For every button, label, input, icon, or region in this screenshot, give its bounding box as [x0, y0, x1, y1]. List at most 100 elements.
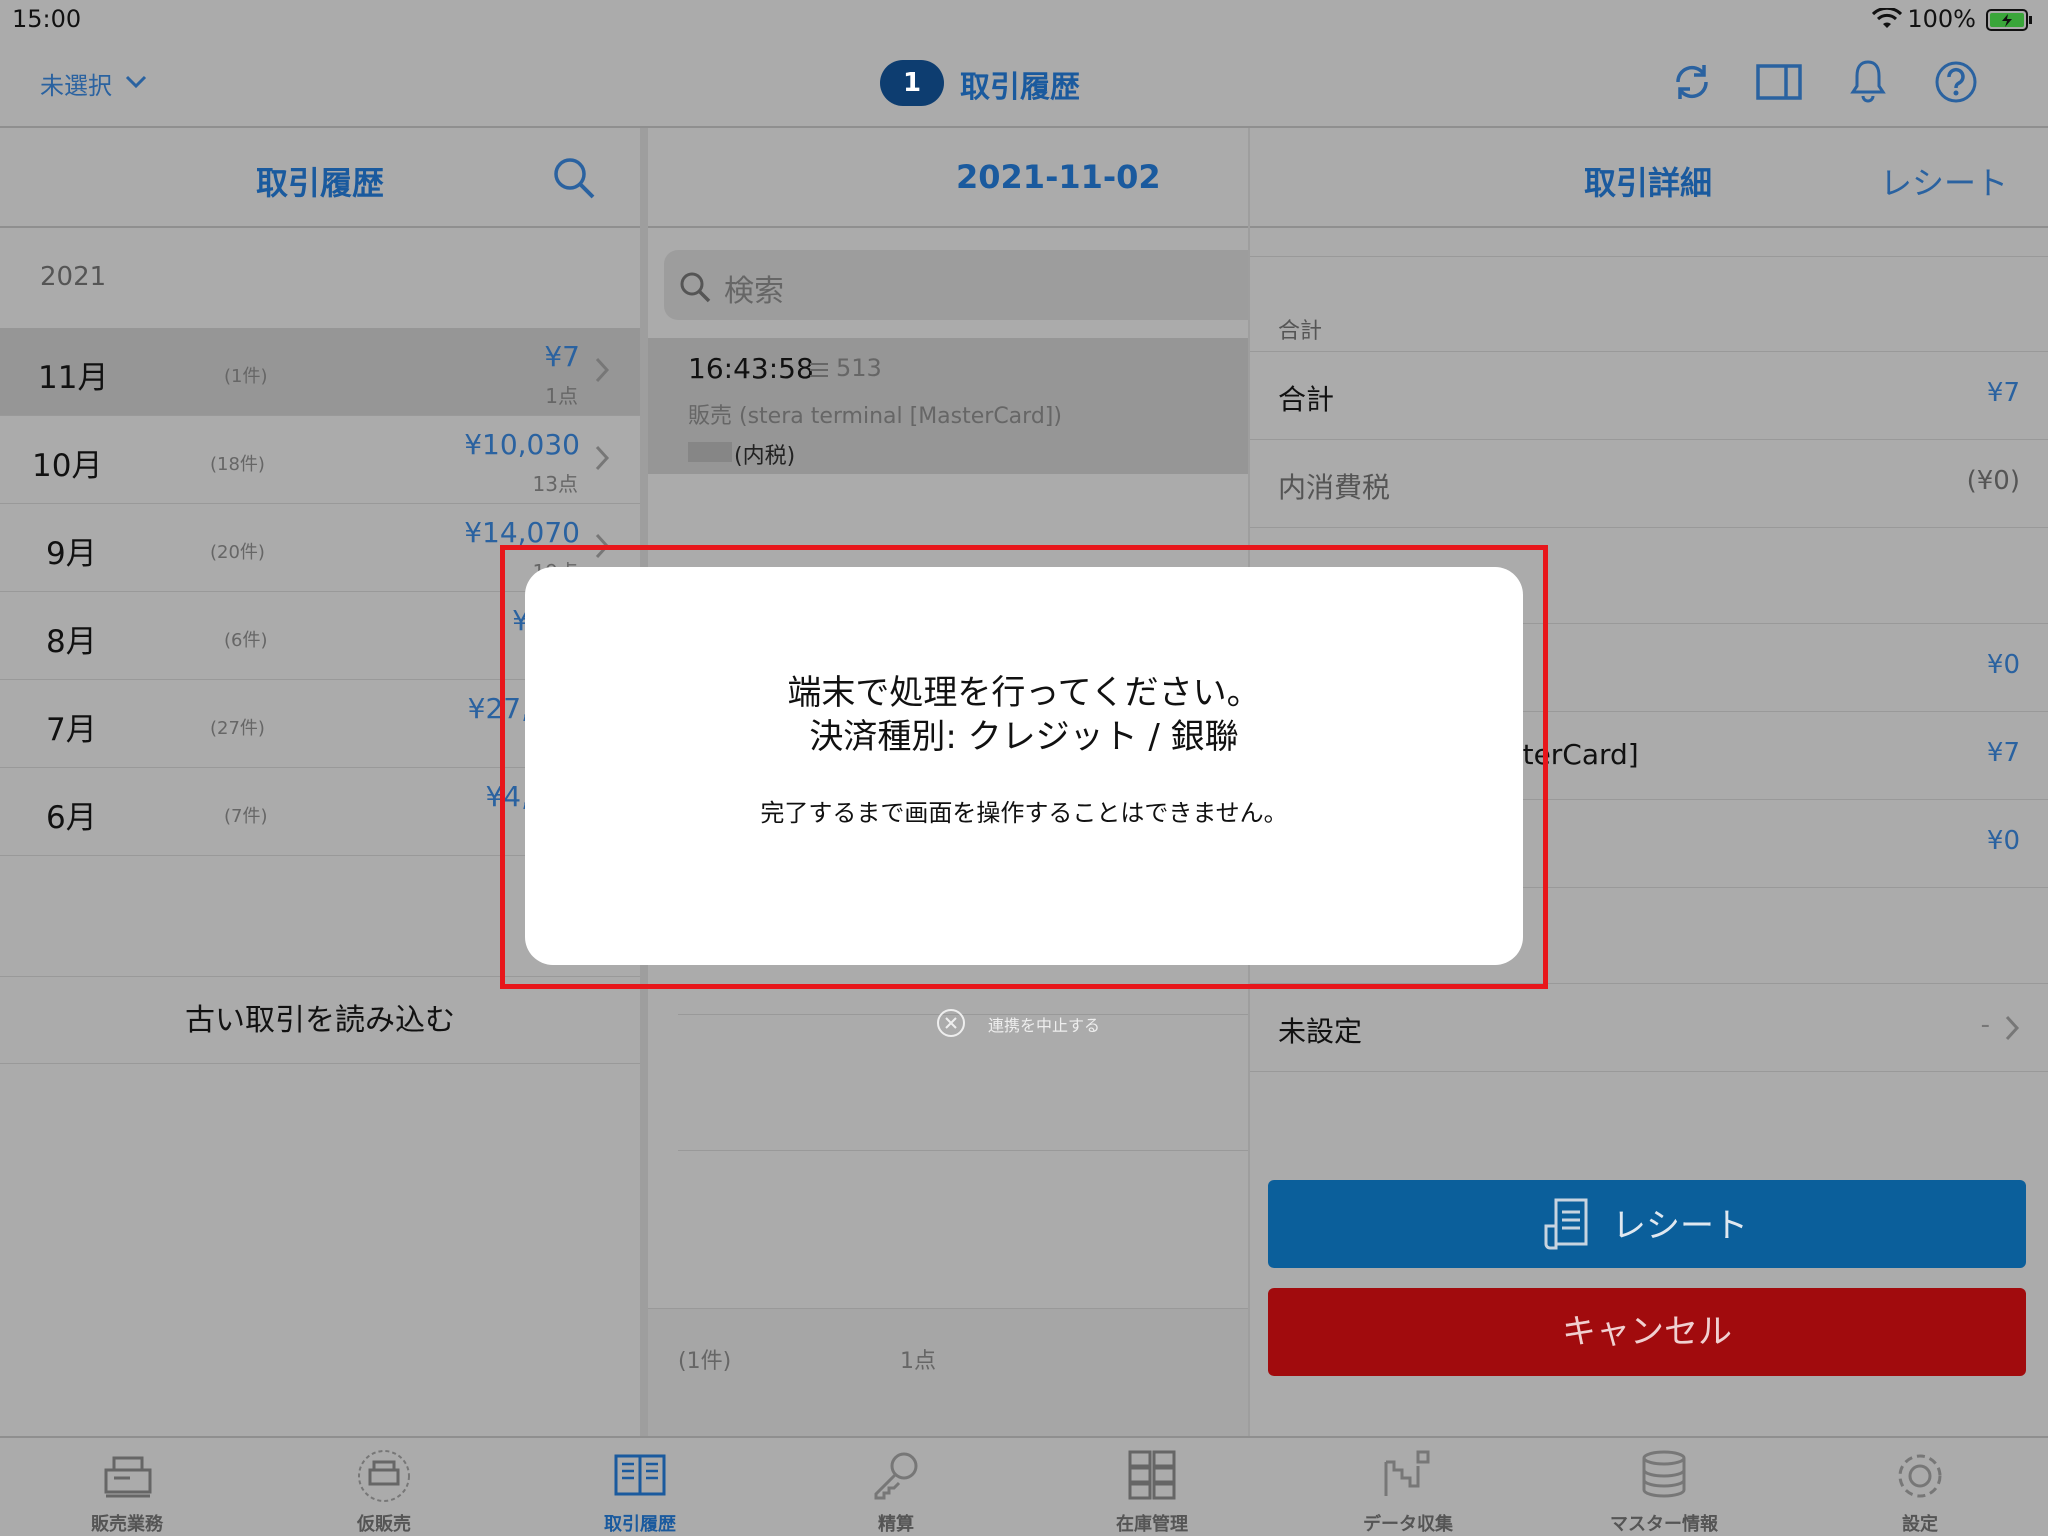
month-count: (7件) — [224, 806, 268, 827]
year-label: 2021 — [40, 262, 107, 292]
month-points: 13点 — [532, 472, 578, 496]
tab-label: データ収集 — [1363, 1514, 1453, 1535]
bell-icon[interactable] — [1850, 58, 1886, 104]
month-amount: ¥7 — [544, 340, 580, 373]
cancel-button[interactable]: キャンセル — [1268, 1288, 2026, 1376]
battery-icon — [1986, 9, 2032, 31]
tax-label: 内消費税 — [1278, 471, 1391, 504]
month-count: (18件) — [210, 454, 265, 475]
battery-percent: 100% — [1907, 5, 1976, 33]
disconnect-link[interactable]: 連携を中止する — [988, 1012, 1100, 1036]
tab-data-collect[interactable]: データ収集 — [1280, 1438, 1536, 1536]
dialog-payment-type: 決済種別: クレジット / 銀聯 — [809, 717, 1239, 757]
book-icon — [614, 1454, 666, 1496]
gear-icon — [1898, 1454, 1942, 1498]
wifi-icon — [1872, 8, 1902, 28]
month-points: 1点 — [545, 384, 578, 408]
tab-label: 精算 — [878, 1514, 914, 1535]
key-icon — [874, 1452, 918, 1500]
month-row-10[interactable]: 10月 (18件) ¥10,030 13点 — [0, 416, 640, 504]
tax-value: (¥0) — [1966, 466, 2020, 496]
month-amount: ¥10,030 — [464, 428, 580, 461]
temp-sale-icon — [358, 1450, 410, 1502]
transaction-tax: (内税) — [734, 444, 796, 469]
total-value: ¥7 — [1986, 378, 2020, 408]
tab-history[interactable]: 取引履歴 — [512, 1438, 768, 1536]
tab-settings[interactable]: 設定 — [1792, 1438, 2048, 1536]
redacted-amount — [688, 442, 732, 462]
day-header: 2021-11-02 — [648, 128, 1248, 228]
transaction-number: 513 — [836, 354, 882, 382]
register-icon — [104, 1456, 152, 1498]
tab-label: 在庫管理 — [1116, 1514, 1188, 1535]
search-icon — [680, 272, 711, 303]
search-placeholder: 検索 — [724, 274, 784, 309]
total-label: 合計 — [1278, 383, 1335, 416]
tab-label: 仮販売 — [357, 1514, 411, 1535]
search-input[interactable]: 検索 — [664, 250, 1264, 320]
chevron-right-icon — [595, 357, 610, 383]
month-count: (20件) — [210, 542, 265, 563]
month-count: (27件) — [210, 718, 265, 739]
month-label: 9月 — [46, 536, 97, 572]
chevron-right-icon — [595, 445, 610, 471]
month-row-11[interactable]: 11月 (1件) ¥7 1点 — [0, 328, 640, 416]
card-value: ¥7 — [1986, 738, 2020, 768]
search-icon[interactable] — [552, 156, 596, 200]
chevron-right-icon — [2005, 1015, 2020, 1041]
month-label: 7月 — [46, 712, 97, 748]
tab-bar: 販売業務 仮販売 取引履歴 精算 在庫管理 データ収集 マスター情報 設定 — [0, 1436, 2048, 1536]
month-count: (1件) — [224, 366, 268, 387]
tab-label: 取引履歴 — [604, 1514, 676, 1535]
tab-temp-sale[interactable]: 仮販売 — [256, 1438, 512, 1536]
detail-title: 取引詳細 — [1584, 164, 1713, 202]
tab-inventory[interactable]: 在庫管理 — [1024, 1438, 1280, 1536]
tab-sales[interactable]: 販売業務 — [0, 1438, 256, 1536]
history-title: 取引履歴 — [256, 164, 385, 202]
transaction-kind: 販売 (stera terminal [MasterCard]) — [688, 404, 1062, 429]
tab-label: マスター情報 — [1610, 1514, 1718, 1535]
transaction-row[interactable]: 16:43:58 513 販売 (stera terminal [MasterC… — [648, 338, 1248, 474]
receipt-button-label: レシート — [1612, 1206, 1748, 1246]
staff-label: 未設定 — [1278, 1015, 1363, 1048]
status-bar: 15:00 100% — [0, 0, 2048, 40]
refresh-icon[interactable] — [1670, 60, 1714, 104]
month-label: 10月 — [32, 448, 103, 484]
section-label: 合計 — [1278, 319, 1323, 344]
transaction-time: 16:43:58 — [688, 352, 814, 385]
footer-count: (1件) — [678, 1349, 732, 1374]
split-view-icon[interactable] — [1756, 64, 1802, 100]
month-label: 6月 — [46, 800, 97, 836]
receipt-button[interactable]: レシート — [1268, 1180, 2026, 1268]
payment-value: ¥0 — [1986, 650, 2020, 680]
page-title: 取引履歴 — [960, 70, 1080, 105]
data-collect-icon — [1384, 1450, 1430, 1496]
load-older-button[interactable]: 古い取引を読み込む — [0, 976, 640, 1064]
receipt-icon — [1544, 1198, 1588, 1250]
history-header: 取引履歴 — [0, 128, 640, 228]
processing-dialog: 端末で処理を行ってください。 決済種別: クレジット / 銀聯 完了するまで画面… — [525, 567, 1523, 965]
close-circle-icon[interactable] — [936, 1008, 966, 1038]
total-row: 合計 ¥7 — [1250, 352, 2048, 440]
tab-settlement[interactable]: 精算 — [768, 1438, 1024, 1536]
tab-master[interactable]: マスター情報 — [1536, 1438, 1792, 1536]
chevron-down-icon[interactable] — [124, 74, 148, 90]
month-count: (6件) — [224, 630, 268, 651]
detail-header: 取引詳細 レシート — [1250, 128, 2048, 228]
receipt-link[interactable]: レシート — [1880, 158, 2008, 204]
dialog-message: 端末で処理を行ってください。 — [787, 673, 1261, 713]
status-time: 15:00 — [12, 5, 82, 33]
inventory-icon — [1128, 1450, 1176, 1500]
app-header: 未選択 1 取引履歴 — [0, 40, 2048, 128]
tab-label: 設定 — [1902, 1514, 1938, 1535]
list-number-icon — [810, 363, 828, 377]
month-label: 11月 — [38, 360, 109, 396]
footer-points: 1点 — [900, 1349, 936, 1374]
staff-row[interactable]: 未設定 - — [1250, 984, 2048, 1072]
help-icon[interactable] — [1934, 60, 1978, 104]
month-label: 8月 — [46, 624, 97, 660]
store-select[interactable]: 未選択 — [40, 66, 112, 101]
pending-count-badge: 1 — [880, 60, 944, 106]
tab-label: 販売業務 — [91, 1514, 163, 1535]
dialog-note: 完了するまで画面を操作することはできません。 — [760, 799, 1288, 827]
